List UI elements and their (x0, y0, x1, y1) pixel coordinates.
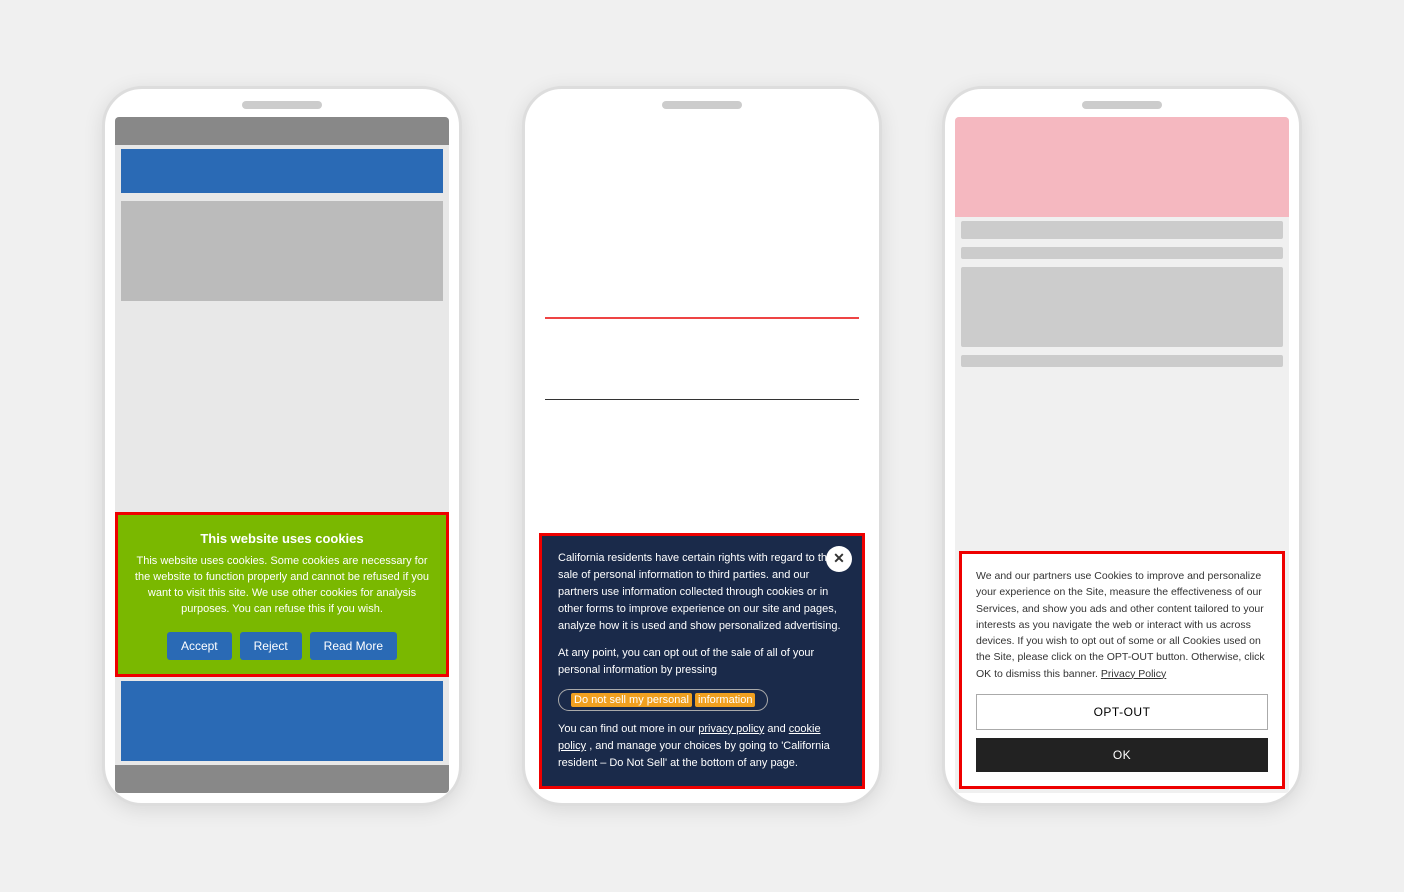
ccpa-para2: At any point, you can opt out of the sal… (558, 645, 846, 679)
p3-gray-row-2 (961, 247, 1283, 259)
p2-filler (535, 400, 869, 529)
reject-button[interactable]: Reject (240, 632, 302, 660)
p3-gray-row-1 (961, 221, 1283, 239)
phone-3-screen: We and our partners use Cookies to impro… (955, 117, 1289, 793)
p1-gray-block (121, 201, 443, 301)
p2-top-white (535, 117, 869, 317)
ccpa-para1: California residents have certain rights… (558, 550, 846, 635)
gdpr-banner: We and our partners use Cookies to impro… (959, 551, 1285, 789)
phone-3: We and our partners use Cookies to impro… (942, 86, 1302, 806)
accept-button[interactable]: Accept (167, 632, 232, 660)
ccpa-para3: You can find out more in our privacy pol… (558, 721, 846, 772)
cookie-banner-title: This website uses cookies (132, 531, 432, 546)
phone-notch-1 (242, 101, 322, 109)
ccpa-close-button[interactable]: ✕ (826, 546, 852, 572)
p3-pink-block (955, 117, 1289, 217)
opt-out-button[interactable]: OPT-OUT (976, 694, 1268, 730)
phones-container: This website uses cookies This website u… (62, 46, 1342, 846)
cookie-buttons: Accept Reject Read More (132, 632, 432, 660)
phone-notch-2 (662, 101, 742, 109)
p3-spacer (955, 371, 1289, 547)
p3-gray-row-3 (961, 355, 1283, 367)
phone-2-screen: ✕ California residents have certain righ… (535, 117, 869, 793)
p1-bottom-gray (115, 765, 449, 793)
p1-bottom-blue (121, 681, 443, 761)
gdpr-body-text: We and our partners use Cookies to impro… (976, 568, 1268, 682)
cookie-banner-body: This website uses cookies. Some cookies … (132, 554, 432, 618)
phone-1: This website uses cookies This website u… (102, 86, 462, 806)
p3-gray-block (961, 267, 1283, 347)
close-icon: ✕ (833, 550, 845, 567)
phone-1-screen: This website uses cookies This website u… (115, 117, 449, 793)
cookie-banner-green: This website uses cookies This website u… (115, 512, 449, 677)
do-not-sell-highlight: information (695, 693, 755, 707)
p1-spacer (115, 305, 449, 512)
ccpa-banner: ✕ California residents have certain righ… (539, 533, 865, 789)
phone-notch-3 (1082, 101, 1162, 109)
ok-button[interactable]: OK (976, 738, 1268, 772)
read-more-button[interactable]: Read More (310, 632, 397, 660)
gdpr-privacy-link[interactable]: Privacy Policy (1101, 668, 1166, 680)
p1-gray-bar (115, 117, 449, 145)
do-not-sell-button[interactable]: Do not sell my personal information (558, 689, 768, 711)
privacy-policy-link[interactable]: privacy policy (698, 723, 764, 735)
p1-blue-bar (121, 149, 443, 193)
phone-2: ✕ California residents have certain righ… (522, 86, 882, 806)
p2-mid-white (535, 319, 869, 399)
